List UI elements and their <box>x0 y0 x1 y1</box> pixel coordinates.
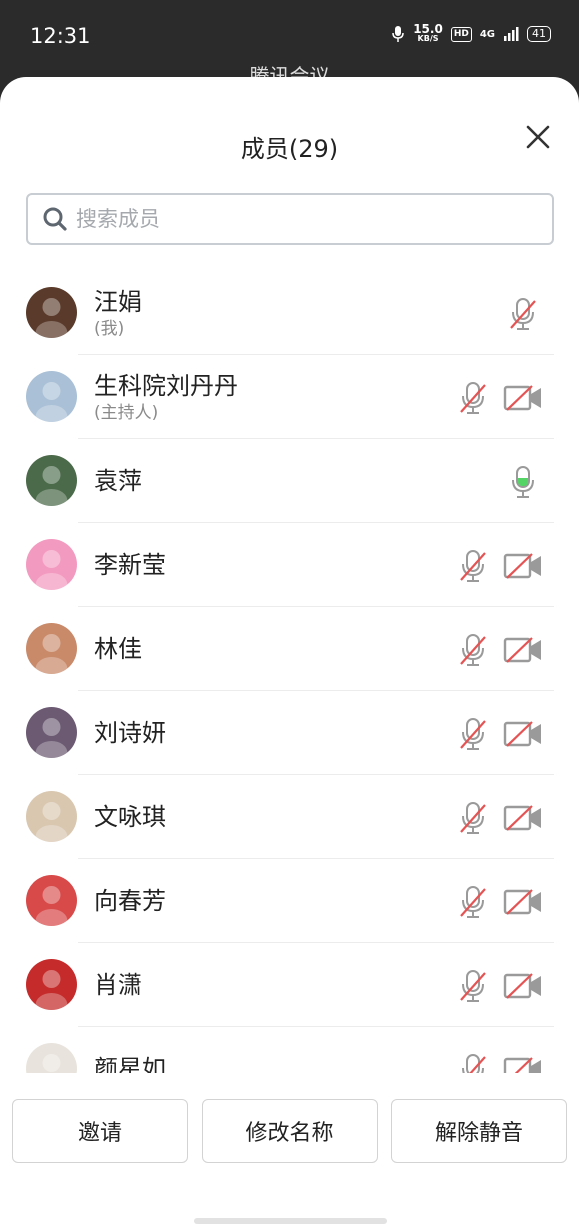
battery-level: 41 <box>527 26 551 42</box>
mic-muted-icon[interactable] <box>458 885 488 919</box>
member-row[interactable]: 刘诗妍 <box>0 691 579 775</box>
search-input[interactable] <box>76 207 516 231</box>
search-icon <box>43 207 67 231</box>
network-speed: 15.0 KB/S <box>413 22 443 44</box>
member-name: 刘诗妍 <box>94 719 166 747</box>
avatar <box>26 539 77 590</box>
rename-button[interactable]: 修改名称 <box>201 1099 378 1163</box>
search-box[interactable] <box>26 193 554 245</box>
camera-off-icon[interactable] <box>503 888 543 916</box>
camera-off-icon[interactable] <box>503 552 543 580</box>
member-role: (我) <box>94 319 125 339</box>
member-row[interactable]: 颜星如 <box>0 1027 579 1073</box>
camera-off-icon[interactable] <box>503 972 543 1000</box>
camera-off-icon[interactable] <box>503 720 543 748</box>
mic-muted-icon[interactable] <box>508 297 538 331</box>
member-name-wrap: 向春芳 <box>94 859 166 943</box>
member-name: 颜星如 <box>94 1055 166 1073</box>
member-name-wrap: 文咏琪 <box>94 775 166 859</box>
camera-off-icon[interactable] <box>503 384 543 412</box>
mic-muted-icon[interactable] <box>458 801 488 835</box>
camera-off-icon[interactable] <box>503 804 543 832</box>
mic-active-icon[interactable] <box>508 465 538 499</box>
invite-button[interactable]: 邀请 <box>12 1099 188 1163</box>
member-row[interactable]: 林佳 <box>0 607 579 691</box>
avatar <box>26 791 77 842</box>
mic-muted-icon[interactable] <box>458 381 488 415</box>
member-name-wrap: 汪娟 (我) <box>94 271 142 355</box>
member-name: 向春芳 <box>94 887 166 915</box>
member-name: 文咏琪 <box>94 803 166 831</box>
sheet-title: 成员(29) <box>240 135 339 163</box>
unmute-button[interactable]: 解除静音 <box>391 1099 567 1163</box>
avatar <box>26 959 77 1010</box>
avatar <box>26 875 77 926</box>
member-row[interactable]: 袁萍 <box>0 439 579 523</box>
member-row[interactable]: 向春芳 <box>0 859 579 943</box>
avatar <box>26 455 77 506</box>
member-name: 袁萍 <box>94 467 142 495</box>
mic-muted-icon[interactable] <box>458 717 488 751</box>
member-name: 肖潇 <box>94 971 142 999</box>
network-type: 4G <box>479 28 495 40</box>
member-row[interactable]: 肖潇 <box>0 943 579 1027</box>
member-name-wrap: 袁萍 <box>94 439 142 523</box>
close-icon[interactable] <box>523 122 553 152</box>
member-name: 生科院刘丹丹 <box>94 372 238 400</box>
avatar <box>26 623 77 674</box>
member-name-wrap: 李新莹 <box>94 523 166 607</box>
member-name-wrap: 生科院刘丹丹 (主持人) <box>94 355 238 439</box>
hd-badge: HD <box>450 26 472 42</box>
status-icons: 15.0 KB/S HD 4G 41 <box>391 22 551 44</box>
member-list: 汪娟 (我) 生科院刘丹丹 (主持人) 袁萍 李新莹 林佳 刘诗妍 文咏琪 向春… <box>0 271 579 1073</box>
mic-muted-icon[interactable] <box>458 549 488 583</box>
members-sheet: 成员(29) 汪娟 (我) 生科院刘丹丹 (主持人) <box>0 77 579 1225</box>
member-name: 林佳 <box>94 635 142 663</box>
mic-muted-icon[interactable] <box>458 633 488 667</box>
signal-icon <box>504 27 519 41</box>
avatar <box>26 287 77 338</box>
member-name: 汪娟 <box>94 288 142 316</box>
avatar <box>26 371 77 422</box>
member-row[interactable]: 汪娟 (我) <box>0 271 579 355</box>
member-name-wrap: 林佳 <box>94 607 142 691</box>
mic-muted-icon[interactable] <box>458 1053 488 1073</box>
member-name-wrap: 肖潇 <box>94 943 142 1027</box>
microphone-status-icon <box>392 26 404 42</box>
member-row[interactable]: 文咏琪 <box>0 775 579 859</box>
member-name-wrap: 颜星如 <box>94 1027 166 1073</box>
network-speed-value: 15.0 <box>413 22 443 36</box>
avatar <box>26 707 77 758</box>
member-name-wrap: 刘诗妍 <box>94 691 166 775</box>
network-speed-unit: KB/S <box>417 34 439 43</box>
member-row[interactable]: 李新莹 <box>0 523 579 607</box>
member-row[interactable]: 生科院刘丹丹 (主持人) <box>0 355 579 439</box>
status-time: 12:31 <box>30 24 91 48</box>
home-indicator[interactable] <box>194 1218 387 1224</box>
avatar <box>26 1043 77 1073</box>
member-role: (主持人) <box>94 403 159 423</box>
camera-off-icon[interactable] <box>503 636 543 664</box>
member-name: 李新莹 <box>94 551 166 579</box>
mic-muted-icon[interactable] <box>458 969 488 1003</box>
bottom-action-bar: 邀请 修改名称 解除静音 <box>0 1099 579 1163</box>
camera-off-icon[interactable] <box>503 1056 543 1073</box>
